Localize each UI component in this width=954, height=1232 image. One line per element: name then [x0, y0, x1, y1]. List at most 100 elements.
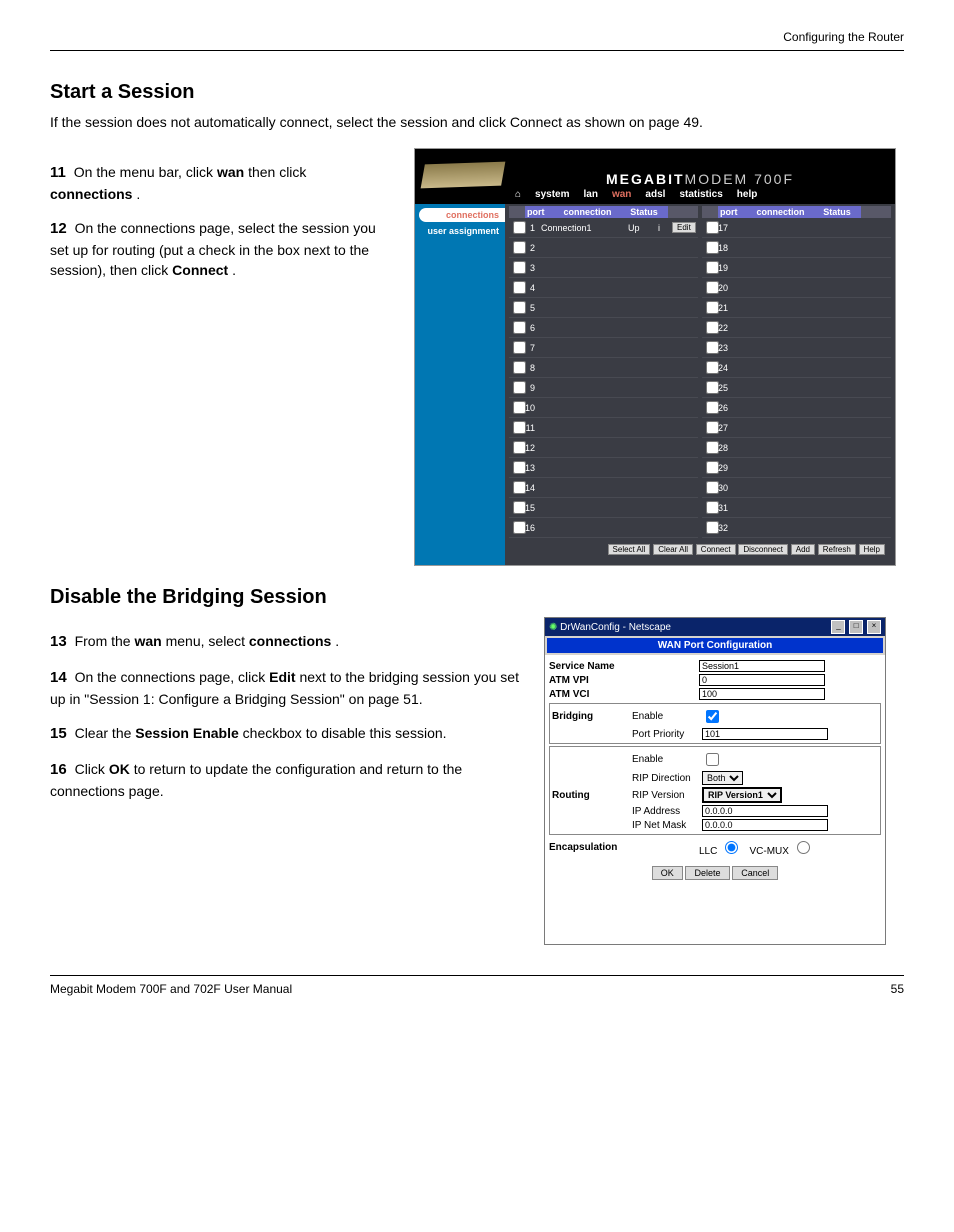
fig2-routing-dir: RIP Direction Both — [552, 770, 878, 786]
table-row: 2 — [509, 238, 698, 258]
table-row: 32 — [702, 518, 891, 538]
step-13: 13 From the wan menu, select connections… — [50, 631, 520, 653]
fig1-table-header-left: port connection Status — [509, 206, 698, 218]
fig1-menu-system[interactable]: system — [535, 189, 569, 200]
table-row: 11 — [509, 418, 698, 438]
table-row: 3 — [509, 258, 698, 278]
fig1-menu-help[interactable]: help — [737, 189, 758, 200]
footer: Megabit Modem 700F and 702F User Manual … — [50, 975, 904, 996]
fig2-routing-mask: IP Net Mask — [552, 818, 878, 832]
table-row: 4 — [509, 278, 698, 298]
fig1-btn-disconnect[interactable]: Disconnect — [738, 544, 788, 555]
fig2-delete-button[interactable]: Delete — [685, 866, 729, 880]
table-row: 7 — [509, 338, 698, 358]
header-right: Configuring the Router — [783, 30, 904, 44]
table-row: 31 — [702, 498, 891, 518]
fig2-ip-mask-input[interactable] — [702, 819, 828, 831]
table-row: 30 — [702, 478, 891, 498]
fig1-button-bar: Select All Clear All Connect Disconnect … — [509, 538, 891, 561]
table-row: 25 — [702, 378, 891, 398]
fig1-edit-button[interactable]: Edit — [672, 222, 696, 233]
table-row: 24 — [702, 358, 891, 378]
table-row: 10 — [509, 398, 698, 418]
netscape-icon: ✺ — [549, 622, 557, 633]
table-row: 18 — [702, 238, 891, 258]
table-row: 26 — [702, 398, 891, 418]
table-row: 6 — [509, 318, 698, 338]
fig2-routing-ver: Routing RIP Version RIP Version1 — [552, 786, 878, 804]
modem-image — [421, 162, 506, 189]
table-row: 17 — [702, 218, 891, 238]
footer-right: 55 — [891, 982, 904, 996]
fig1-btn-add[interactable]: Add — [791, 544, 815, 555]
footer-left: Megabit Modem 700F and 702F User Manual — [50, 982, 292, 996]
fig2-vci: ATM VCI — [549, 687, 881, 701]
fig1-menu-statistics[interactable]: statistics — [679, 189, 722, 200]
fig2-encap-llc-radio[interactable] — [725, 841, 738, 854]
table-row: 29 — [702, 458, 891, 478]
fig2-bridging-priority: Port Priority — [552, 727, 878, 741]
fig2-port-priority-input[interactable] — [702, 728, 828, 740]
table-row: 8 — [509, 358, 698, 378]
fig1-menu-bar: ⌂ system lan wan adsl statistics help — [415, 187, 895, 204]
table-row: 1Connection1UpiEdit — [509, 218, 698, 238]
fig1-menu-adsl[interactable]: adsl — [645, 189, 665, 200]
maximize-icon[interactable]: □ — [849, 620, 863, 634]
table-row: 22 — [702, 318, 891, 338]
fig2-bridging-enable: Bridging Enable — [552, 706, 878, 727]
fig1-btn-connect[interactable]: Connect — [696, 544, 736, 555]
table-row: 14 — [509, 478, 698, 498]
fig2-rip-version-select[interactable]: RIP Version1 — [702, 787, 782, 803]
fig2-titlebar: ✺ DrWanConfig - Netscape _ □ × — [545, 618, 885, 636]
table-row: 23 — [702, 338, 891, 358]
step-16: 16 Click OK to return to update the conf… — [50, 759, 520, 801]
table-row: 20 — [702, 278, 891, 298]
fig1-sidebar: connections user assignment — [415, 204, 505, 565]
fig2-routing-ip: IP Address — [552, 804, 878, 818]
close-icon[interactable]: × — [867, 620, 881, 634]
step-15: 15 Clear the Session Enable checkbox to … — [50, 723, 520, 745]
fig1-btn-help[interactable]: Help — [859, 544, 885, 555]
fig2-routing-enable-checkbox[interactable] — [706, 753, 719, 766]
intro-text: If the session does not automatically co… — [50, 112, 830, 132]
fig2-rip-direction-select[interactable]: Both — [702, 771, 743, 785]
fig2-encap-vcmux-radio[interactable] — [797, 841, 810, 854]
fig2-cancel-button[interactable]: Cancel — [732, 866, 778, 880]
minimize-icon[interactable]: _ — [831, 620, 845, 634]
fig2-encapsulation: Encapsulation LLC VC-MUX — [549, 837, 881, 858]
section-heading-disable: Disable the Bridging Session — [50, 586, 904, 609]
fig1-btn-select-all[interactable]: Select All — [608, 544, 651, 555]
brand-text: MEGABITMODEM 700F — [606, 171, 794, 187]
fig1-btn-clear-all[interactable]: Clear All — [653, 544, 693, 555]
fig2-vci-input[interactable] — [699, 688, 825, 700]
fig1-btn-refresh[interactable]: Refresh — [818, 544, 856, 555]
section-heading-start: Start a Session — [50, 81, 904, 104]
table-row: 27 — [702, 418, 891, 438]
table-row: 28 — [702, 438, 891, 458]
fig2-routing-enable: Enable — [552, 749, 878, 770]
fig2-heading: WAN Port Configuration — [547, 638, 883, 653]
fig1-side-user-assignment[interactable]: user assignment — [415, 224, 505, 238]
table-row: 5 — [509, 298, 698, 318]
figure-wan-port-config: ✺ DrWanConfig - Netscape _ □ × WAN Port … — [544, 617, 886, 945]
fig1-menu-lan[interactable]: lan — [584, 189, 598, 200]
fig2-ip-address-input[interactable] — [702, 805, 828, 817]
fig2-service-name-input[interactable] — [699, 660, 825, 672]
fig1-home-icon[interactable]: ⌂ — [515, 189, 521, 200]
table-row: 16 — [509, 518, 698, 538]
fig2-ok-button[interactable]: OK — [652, 866, 683, 880]
table-row: 19 — [702, 258, 891, 278]
table-row: 13 — [509, 458, 698, 478]
fig2-service-name: Service Name — [549, 659, 881, 673]
fig2-bridging-enable-checkbox[interactable] — [706, 710, 719, 723]
table-row: 12 — [509, 438, 698, 458]
table-row: 15 — [509, 498, 698, 518]
fig2-vpi: ATM VPI — [549, 673, 881, 687]
table-row: 9 — [509, 378, 698, 398]
fig1-menu-wan[interactable]: wan — [612, 189, 631, 200]
fig1-table-header-right: port connection Status — [702, 206, 891, 218]
figure-wan-connections: MEGABITMODEM 700F ⌂ system lan wan adsl … — [414, 148, 896, 566]
fig1-side-connections[interactable]: connections — [419, 208, 505, 222]
fig2-vpi-input[interactable] — [699, 674, 825, 686]
step-14: 14 On the connections page, click Edit n… — [50, 667, 520, 709]
